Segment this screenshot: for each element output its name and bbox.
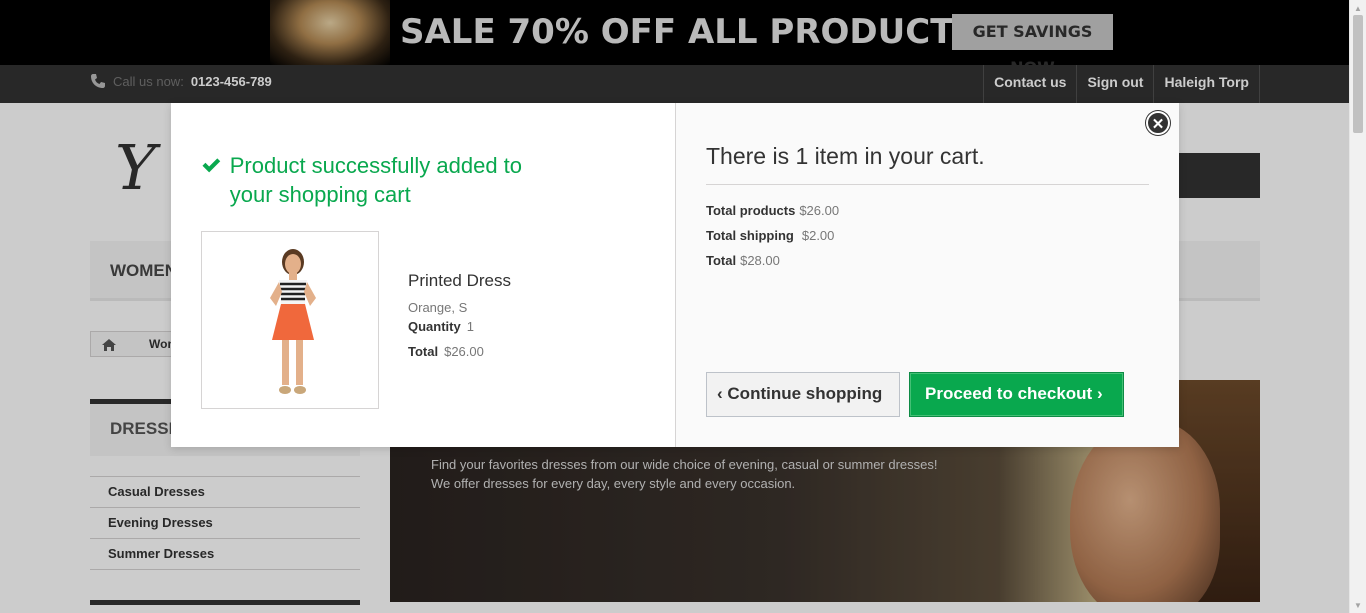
total-products-value: $26.00 [799,203,840,218]
success-text: Product successfully added to your shopp… [229,153,523,207]
chevron-left-icon: ‹ [717,384,723,403]
scroll-up-arrow-icon[interactable]: ▲ [1354,4,1362,13]
product-quantity-row: Quantity 1 [408,319,474,334]
total-shipping-value: $2.00 [801,228,835,243]
product-total-value: $26.00 [444,344,484,359]
product-name: Printed Dress [408,271,511,290]
total-products-row: Total products $26.00 [706,203,839,218]
vertical-scrollbar[interactable]: ▲ ▼ [1349,0,1366,613]
cart-total-label: Total [706,253,737,268]
quantity-value: 1 [466,319,474,334]
dress-model-illustration [270,249,316,394]
continue-shopping-button[interactable]: ‹ Continue shopping [706,372,900,417]
product-total-label: Total [408,344,439,359]
cart-summary-panel: ✕ There is 1 item in your cart. Total pr… [675,103,1179,447]
close-icon[interactable]: ✕ [1146,111,1170,135]
scroll-down-arrow-icon[interactable]: ▼ [1354,601,1362,610]
checkout-label: Proceed to checkout [925,384,1093,403]
continue-shopping-label: Continue shopping [727,384,883,403]
scroll-thumb[interactable] [1353,15,1363,133]
cart-count-title: There is 1 item in your cart. [706,143,985,169]
product-total-row: Total $26.00 [408,344,484,359]
product-image [201,231,379,409]
add-to-cart-modal: Product successfully added to your shopp… [171,103,1179,447]
total-products-label: Total products [706,203,796,218]
total-shipping-label: Total shipping [706,228,794,243]
cart-total-row: Total $28.00 [706,253,780,268]
divider [706,184,1149,185]
product-attributes: Orange, S [408,300,468,315]
success-message: Product successfully added to your shopp… [201,151,561,209]
total-shipping-row: Total shipping $2.00 [706,228,834,243]
check-icon [202,158,221,173]
proceed-to-checkout-button[interactable]: Proceed to checkout › [909,372,1124,417]
product-panel: Product successfully added to your shopp… [171,103,675,447]
cart-total-value: $28.00 [740,253,780,268]
quantity-label: Quantity [408,319,461,334]
chevron-right-icon: › [1096,384,1103,403]
